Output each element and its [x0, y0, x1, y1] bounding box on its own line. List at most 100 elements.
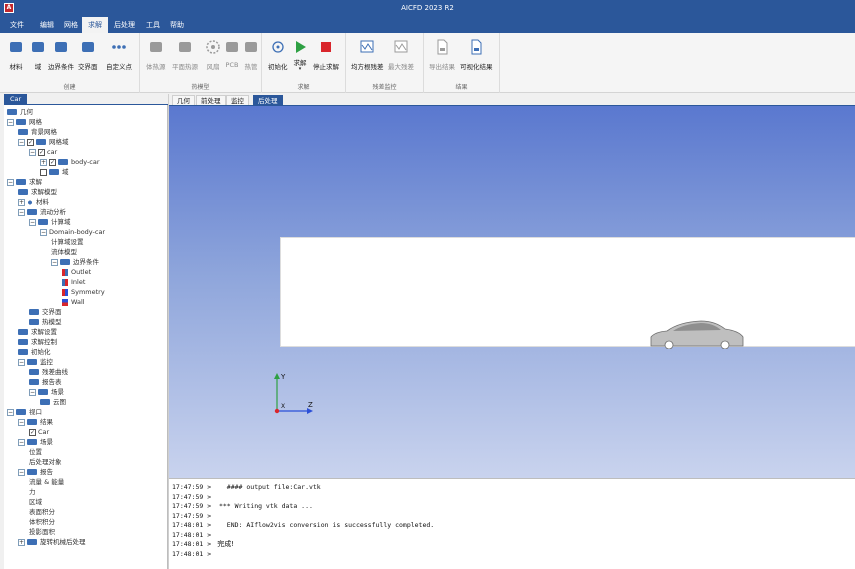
- menu-3[interactable]: 求解: [82, 17, 108, 33]
- tree-node[interactable]: + ✓ body-car: [40, 157, 100, 167]
- collapse-toggle-icon[interactable]: −: [18, 208, 25, 216]
- tree-node[interactable]: Outlet: [62, 267, 91, 277]
- material-icon: [8, 39, 24, 55]
- collapse-toggle-icon[interactable]: −: [51, 258, 58, 266]
- menu-1[interactable]: 编辑: [34, 17, 60, 33]
- tree-node[interactable]: − Domain-body-car: [40, 227, 105, 237]
- ribbon-button-0-1[interactable]: 域: [30, 39, 46, 71]
- chevron-down-icon[interactable]: ▾: [292, 67, 308, 72]
- collapse-toggle-icon[interactable]: −: [18, 138, 25, 146]
- viewport-tab-1[interactable]: 前处理: [196, 95, 226, 105]
- collapse-toggle-icon[interactable]: −: [29, 218, 36, 226]
- expand-toggle-icon[interactable]: +: [18, 198, 25, 206]
- collapse-toggle-icon[interactable]: −: [40, 228, 47, 236]
- tree-node[interactable]: − 求解: [7, 177, 42, 187]
- tree-node[interactable]: − 流动分析: [18, 207, 66, 217]
- tree-node[interactable]: 报告表: [29, 377, 62, 387]
- ribbon-button-2-1[interactable]: 求解 ▾: [292, 39, 308, 72]
- tree-node[interactable]: + 旋转机械后处理: [18, 537, 86, 547]
- collapse-toggle-icon[interactable]: −: [7, 408, 14, 416]
- tree-node[interactable]: 云图: [40, 397, 66, 407]
- ribbon-button-1-3[interactable]: PCB: [224, 39, 240, 69]
- tree-node[interactable]: − 场景: [29, 387, 64, 397]
- tree-node[interactable]: − 报告: [18, 467, 53, 477]
- tree-node[interactable]: Symmetry: [62, 287, 105, 297]
- tree-node[interactable]: − 边界条件: [51, 257, 99, 267]
- tree-node[interactable]: 后处理对象: [29, 457, 62, 467]
- checkbox[interactable]: ✓: [49, 158, 56, 166]
- tree-node[interactable]: 残差曲线: [29, 367, 68, 377]
- tree-node[interactable]: 热模型: [29, 317, 62, 327]
- tree-node[interactable]: 求解模型: [18, 187, 57, 197]
- tree-node[interactable]: Wall: [62, 297, 85, 307]
- console-output[interactable]: 17:47:59 > #### output file:Car.vtk 17:47…: [169, 478, 855, 569]
- collapse-toggle-icon[interactable]: −: [18, 358, 25, 366]
- menu-2[interactable]: 网格: [58, 17, 84, 33]
- collapse-toggle-icon[interactable]: −: [7, 118, 14, 126]
- tree-node[interactable]: 求解控制: [18, 337, 57, 347]
- collapse-toggle-icon[interactable]: −: [29, 148, 36, 156]
- tree-node[interactable]: 位置: [29, 447, 42, 457]
- tree-node[interactable]: 表面积分: [29, 507, 55, 517]
- tree-node[interactable]: − ✓ 网格域: [18, 137, 69, 147]
- viewport-tab-2[interactable]: 监控: [226, 95, 249, 105]
- tree-node[interactable]: − 结果: [18, 417, 53, 427]
- ribbon-button-1-2[interactable]: 风扇: [205, 39, 221, 71]
- ribbon-button-4-1[interactable]: 可视化结果: [460, 39, 493, 71]
- tree-node[interactable]: 区域: [29, 497, 42, 507]
- tree-node[interactable]: − 视口: [7, 407, 42, 417]
- tree-node[interactable]: 流量 & 能量: [29, 477, 64, 487]
- ribbon-button-0-3[interactable]: 交界面: [78, 39, 98, 71]
- tree-node[interactable]: 流体模型: [51, 247, 77, 257]
- ribbon-button-2-2[interactable]: 停止求解: [313, 39, 339, 71]
- ribbon-button-1-1[interactable]: 平面热源: [172, 39, 198, 71]
- tree-node[interactable]: 求解设置: [18, 327, 57, 337]
- project-tree[interactable]: 几何 − 网格 背景网格 − ✓ 网格域 − ✓ car + ✓ body-car 域 − 求解 求解模型 + 材料…: [4, 105, 168, 569]
- ribbon-button-0-0[interactable]: 材料: [8, 39, 24, 71]
- ribbon-button-2-0[interactable]: 初始化: [268, 39, 288, 71]
- collapse-toggle-icon[interactable]: −: [18, 438, 25, 446]
- menu-4[interactable]: 后处理: [108, 17, 141, 33]
- expand-toggle-icon[interactable]: +: [18, 538, 25, 546]
- collapse-toggle-icon[interactable]: −: [29, 388, 36, 396]
- tree-node[interactable]: 计算域设置: [51, 237, 84, 247]
- ribbon-button-3-1[interactable]: 最大残差: [388, 39, 414, 71]
- tree-node[interactable]: 交界面: [29, 307, 62, 317]
- ribbon-button-0-4[interactable]: 自定义点: [106, 39, 132, 71]
- ribbon-button-0-2[interactable]: 边界条件: [48, 39, 74, 71]
- tree-node[interactable]: Inlet: [62, 277, 85, 287]
- checkbox[interactable]: [40, 168, 47, 176]
- left-panel-tab-car[interactable]: Car: [4, 94, 28, 104]
- tree-node[interactable]: 几何: [7, 107, 33, 117]
- tree-node[interactable]: 背景网格: [18, 127, 57, 137]
- tree-node[interactable]: 投影面积: [29, 527, 55, 537]
- ribbon-button-3-0[interactable]: 均方根残差: [351, 39, 384, 71]
- collapse-toggle-icon[interactable]: −: [18, 418, 25, 426]
- tree-node[interactable]: 体积积分: [29, 517, 55, 527]
- tree-node[interactable]: 域: [40, 167, 69, 177]
- tree-node[interactable]: 力: [29, 487, 36, 497]
- checkbox[interactable]: ✓: [29, 428, 36, 436]
- collapse-toggle-icon[interactable]: −: [7, 178, 14, 186]
- tree-node[interactable]: − ✓ car: [29, 147, 57, 157]
- tree-node[interactable]: − 监控: [18, 357, 53, 367]
- menu-0[interactable]: 文件: [4, 17, 30, 33]
- menu-5[interactable]: 工具: [140, 17, 166, 33]
- collapse-toggle-icon[interactable]: −: [18, 468, 25, 476]
- viewport-tab-3[interactable]: 后处理: [253, 95, 283, 105]
- tree-node[interactable]: − 场景: [18, 437, 53, 447]
- expand-toggle-icon[interactable]: +: [40, 158, 47, 166]
- checkbox[interactable]: ✓: [27, 138, 34, 146]
- checkbox[interactable]: ✓: [38, 148, 45, 156]
- ribbon-button-4-0[interactable]: 导出结果: [429, 39, 455, 71]
- tree-node[interactable]: ✓ Car: [29, 427, 49, 437]
- tree-node[interactable]: 初始化: [18, 347, 51, 357]
- ribbon-button-1-0[interactable]: 体热源: [146, 39, 166, 71]
- tree-node[interactable]: − 计算域: [29, 217, 71, 227]
- ribbon-button-1-4[interactable]: 热管: [243, 39, 259, 71]
- tree-node[interactable]: + 材料: [18, 197, 49, 207]
- tree-node[interactable]: − 网格: [7, 117, 42, 127]
- 3d-viewport[interactable]: Y X Z: [169, 106, 855, 478]
- menu-6[interactable]: 帮助: [164, 17, 190, 33]
- viewport-tab-0[interactable]: 几何: [172, 95, 195, 105]
